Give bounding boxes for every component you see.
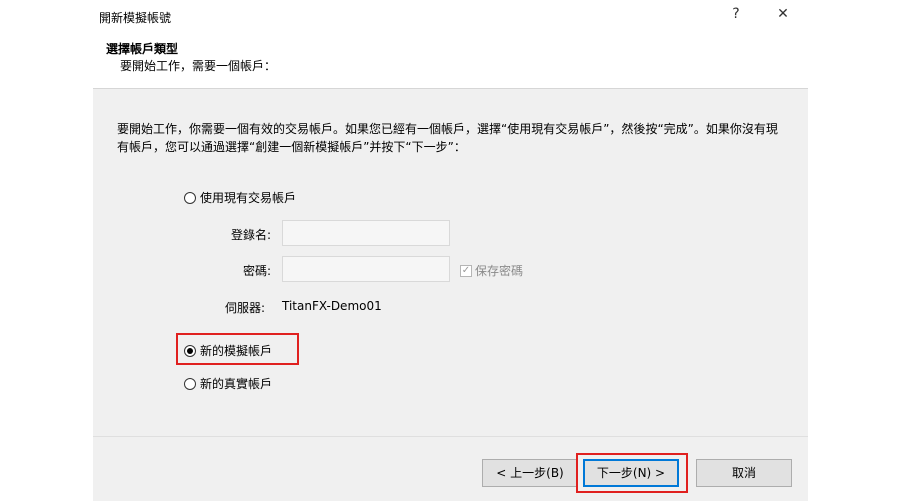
cancel-button[interactable]: 取消 <box>696 459 792 487</box>
radio-existing-label: 使用現有交易帳戶 <box>200 191 297 205</box>
radio-icon <box>184 377 196 390</box>
password-label: 密碼: <box>242 264 271 278</box>
server-label: 伺服器: <box>224 301 265 315</box>
login-label: 登錄名: <box>230 228 271 242</box>
help-icon[interactable]: ? <box>725 6 747 26</box>
save-password-label: 保存密碼 <box>475 264 524 278</box>
title-bar: 開新模擬帳號 ? ✕ <box>93 0 808 32</box>
radio-existing-account[interactable]: 使用現有交易帳戶 <box>184 189 296 206</box>
page-subtitle: 要開始工作，需要一個帳戶： <box>120 59 277 73</box>
page-title: 選擇帳戶類型 <box>106 42 179 56</box>
login-field[interactable] <box>282 220 450 246</box>
wizard-footer: < 上一步(B) 下一步(N) > 取消 <box>93 436 808 501</box>
close-icon[interactable]: ✕ <box>772 6 794 26</box>
wizard-body: 要開始工作，你需要一個有效的交易帳戶。如果您已經有一個帳戶，選擇“使用現有交易帳… <box>93 89 808 436</box>
intro-text: 要開始工作，你需要一個有效的交易帳戶。如果您已經有一個帳戶，選擇“使用現有交易帳… <box>117 122 778 154</box>
radio-real-label: 新的真實帳戶 <box>200 377 273 391</box>
highlight-box-demo <box>176 333 299 365</box>
checkmark-icon: ✓ <box>460 264 472 277</box>
new-demo-account-dialog: 開新模擬帳號 ? ✕ 選擇帳戶類型 要開始工作，需要一個帳戶： 要開始工作，你需… <box>93 0 808 501</box>
save-password-checkbox[interactable]: ✓ 保存密碼 <box>460 262 523 279</box>
server-value: TitanFX-Demo01 <box>282 299 382 313</box>
radio-icon <box>184 191 196 204</box>
radio-new-real-account[interactable]: 新的真實帳戶 <box>184 375 272 392</box>
back-button[interactable]: < 上一步(B) <box>482 459 578 487</box>
window-title: 開新模擬帳號 <box>99 11 172 25</box>
wizard-header: 選擇帳戶類型 要開始工作，需要一個帳戶： <box>93 32 808 89</box>
highlight-box-next <box>576 453 688 493</box>
password-field[interactable] <box>282 256 450 282</box>
